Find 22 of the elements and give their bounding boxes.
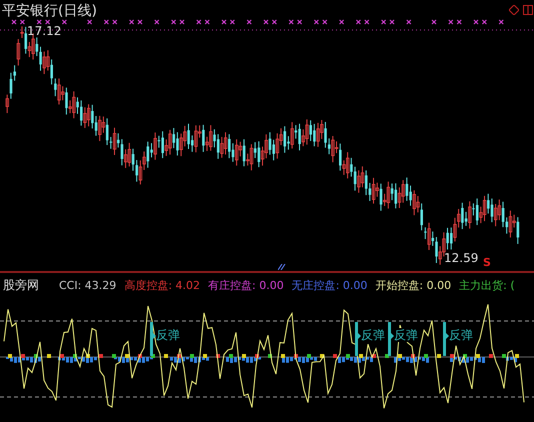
arrow-icon xyxy=(278,264,286,270)
signal-bar-icon xyxy=(150,322,156,356)
indicator-value: 开始控盘: 0.00 xyxy=(375,278,452,292)
signal-bar-icon xyxy=(355,322,361,356)
indicator-value: 无庄控盘: 0.00 xyxy=(292,278,368,292)
chart-title: 平安银行(日线) xyxy=(2,2,97,20)
signal-bar-icon xyxy=(388,322,394,356)
signal-bar-icon xyxy=(443,322,449,356)
sell-mark: S xyxy=(483,256,491,269)
signal-label: 反弹 xyxy=(394,328,418,342)
signal-label: 反弹 xyxy=(449,328,473,342)
low-price-label: 12.59 xyxy=(444,251,478,265)
indicator-value: CCI: 43.29 xyxy=(59,278,116,292)
high-price-label: 17.12 xyxy=(27,24,62,38)
indicator-value: 有庄控盘: 0.00 xyxy=(208,278,284,292)
indicator-value: 高度控盘: 4.02 xyxy=(124,278,200,292)
diamond-icon[interactable] xyxy=(509,5,519,15)
signal-label: 反弹 xyxy=(361,328,385,342)
signal-label: 反弹 xyxy=(156,328,180,342)
panel-icon[interactable] xyxy=(523,5,533,15)
indicator-value: 主力出货: ( xyxy=(459,278,515,292)
indicator-name: 股旁网 xyxy=(3,276,39,294)
